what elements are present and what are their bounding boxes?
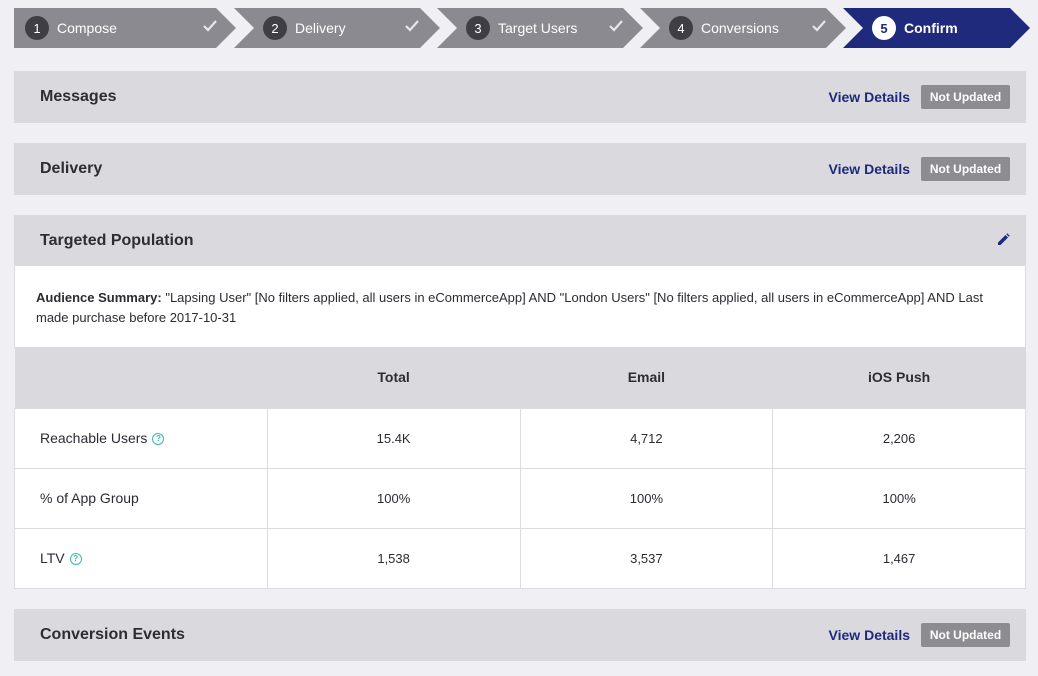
help-icon[interactable]: ? — [69, 553, 82, 565]
panel-title: Delivery — [40, 160, 103, 177]
audience-summary-text: "Lapsing User" [No filters applied, all … — [36, 290, 983, 325]
column-header-ios-push: iOS Push — [772, 347, 1026, 408]
panel-title: Targeted Population — [40, 232, 194, 249]
table-cell: 3,537 — [519, 527, 774, 589]
step-compose[interactable]: 1 Compose — [14, 8, 236, 48]
step-delivery[interactable]: 2 Delivery — [234, 8, 440, 48]
targeted-population-header: Targeted Population — [14, 215, 1026, 267]
reachable-users-table: Total Email iOS Push Reachable Users? 15… — [14, 347, 1026, 589]
checkmark-icon — [609, 20, 623, 32]
step-conversions[interactable]: 4 Conversions — [640, 8, 846, 48]
step-target-users[interactable]: 3 Target Users — [437, 8, 643, 48]
status-badge: Not Updated — [921, 85, 1010, 109]
step-label: Target Users — [498, 20, 578, 36]
panel-title: Conversion Events — [40, 626, 185, 643]
status-badge: Not Updated — [921, 157, 1010, 181]
row-label: LTV — [40, 550, 65, 566]
table-row: % of App Group 100% 100% 100% — [14, 467, 1026, 529]
table-cell: 100% — [266, 467, 521, 529]
step-number: 2 — [263, 16, 287, 40]
step-number: 5 — [872, 16, 896, 40]
step-label: Confirm — [904, 20, 958, 36]
messages-panel-header: Messages View Details Not Updated — [14, 71, 1026, 123]
row-label-cell: Reachable Users? — [14, 407, 268, 469]
checkmark-icon — [812, 20, 826, 32]
table-cell: 100% — [772, 467, 1026, 529]
column-header-email: Email — [520, 347, 773, 408]
help-icon[interactable]: ? — [152, 433, 165, 445]
row-label-cell: % of App Group — [14, 467, 268, 529]
panel-title: Messages — [40, 88, 117, 105]
row-label-cell: LTV? — [14, 527, 268, 589]
step-label: Delivery — [295, 20, 346, 36]
table-cell: 1,467 — [772, 527, 1026, 589]
status-badge: Not Updated — [921, 623, 1010, 647]
table-row: Reachable Users? 15.4K 4,712 2,206 — [14, 407, 1026, 469]
table-cell: 15.4K — [266, 407, 521, 469]
table-row: LTV? 1,538 3,537 1,467 — [14, 527, 1026, 589]
view-details-link[interactable]: View Details — [829, 161, 910, 177]
table-cell: 2,206 — [772, 407, 1026, 469]
step-label: Conversions — [701, 20, 779, 36]
pencil-icon[interactable] — [996, 233, 1010, 247]
column-header — [14, 347, 268, 408]
checkmark-icon — [405, 20, 419, 32]
table-cell: 4,712 — [519, 407, 774, 469]
row-label: % of App Group — [40, 490, 139, 506]
audience-summary-label: Audience Summary: — [36, 290, 162, 305]
step-confirm[interactable]: 5 Confirm — [843, 8, 1030, 48]
table-cell: 1,538 — [266, 527, 521, 589]
row-label: Reachable Users — [40, 430, 148, 446]
table-cell: 100% — [519, 467, 774, 529]
step-number: 3 — [466, 16, 490, 40]
view-details-link[interactable]: View Details — [829, 89, 910, 105]
view-details-link[interactable]: View Details — [829, 627, 910, 643]
column-header-total: Total — [267, 347, 520, 408]
step-number: 4 — [669, 16, 693, 40]
campaign-stepper: 1 Compose 2 Delivery 3 Target Users 4 Co… — [14, 8, 1030, 48]
step-number: 1 — [25, 16, 49, 40]
table-header-row: Total Email iOS Push — [14, 347, 1026, 408]
audience-summary: Audience Summary: "Lapsing User" [No fil… — [14, 266, 1026, 348]
checkmark-icon — [203, 20, 217, 32]
step-label: Compose — [57, 20, 117, 36]
conversion-events-panel-header: Conversion Events View Details Not Updat… — [14, 609, 1026, 661]
delivery-panel-header: Delivery View Details Not Updated — [14, 143, 1026, 195]
